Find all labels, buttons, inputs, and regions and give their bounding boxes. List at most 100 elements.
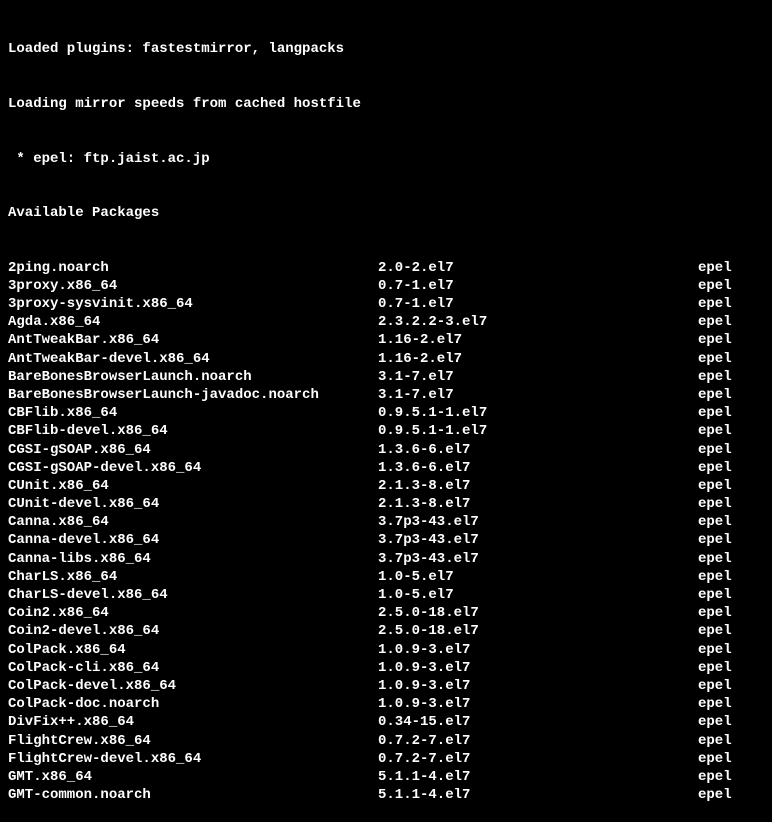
package-name: CGSI-gSOAP-devel.x86_64 [8, 459, 378, 477]
package-name: BareBonesBrowserLaunch.noarch [8, 368, 378, 386]
package-version: 0.9.5.1-1.el7 [378, 404, 698, 422]
package-repo: epel [698, 622, 732, 640]
package-row: BareBonesBrowserLaunch.noarch3.1-7.el7ep… [8, 368, 764, 386]
available-packages-line: Available Packages [8, 204, 764, 222]
package-row: CBFlib-devel.x86_640.9.5.1-1.el7epel [8, 422, 764, 440]
package-repo: epel [698, 277, 732, 295]
package-repo: epel [698, 786, 732, 804]
package-version: 3.7p3-43.el7 [378, 550, 698, 568]
package-name: CUnit-devel.x86_64 [8, 495, 378, 513]
package-version: 1.3.6-6.el7 [378, 459, 698, 477]
package-row: DivFix++.x86_640.34-15.el7epel [8, 713, 764, 731]
package-row: Canna-libs.x86_643.7p3-43.el7epel [8, 550, 764, 568]
package-repo: epel [698, 441, 732, 459]
package-repo: epel [698, 604, 732, 622]
package-name: Canna-devel.x86_64 [8, 531, 378, 549]
package-name: CharLS-devel.x86_64 [8, 586, 378, 604]
package-version: 3.1-7.el7 [378, 368, 698, 386]
package-row: CUnit.x86_642.1.3-8.el7epel [8, 477, 764, 495]
package-row: 3proxy.x86_640.7-1.el7epel [8, 277, 764, 295]
terminal-output: Loaded plugins: fastestmirror, langpacks… [8, 4, 764, 822]
package-name: Canna-libs.x86_64 [8, 550, 378, 568]
package-row: FlightCrew.x86_640.7.2-7.el7epel [8, 732, 764, 750]
package-row: ColPack-devel.x86_641.0.9-3.el7epel [8, 677, 764, 695]
package-name: CBFlib-devel.x86_64 [8, 422, 378, 440]
package-row: 3proxy-sysvinit.x86_640.7-1.el7epel [8, 295, 764, 313]
package-repo: epel [698, 568, 732, 586]
package-version: 1.0.9-3.el7 [378, 659, 698, 677]
package-row: ColPack.x86_641.0.9-3.el7epel [8, 641, 764, 659]
package-version: 0.7-1.el7 [378, 295, 698, 313]
package-version: 3.7p3-43.el7 [378, 531, 698, 549]
package-version: 0.9.5.1-1.el7 [378, 422, 698, 440]
package-repo: epel [698, 659, 732, 677]
package-row: 2ping.noarch2.0-2.el7epel [8, 259, 764, 277]
package-row: CBFlib.x86_640.9.5.1-1.el7epel [8, 404, 764, 422]
package-name: Agda.x86_64 [8, 313, 378, 331]
package-repo: epel [698, 695, 732, 713]
plugins-line: Loaded plugins: fastestmirror, langpacks [8, 40, 764, 58]
package-row: CharLS.x86_641.0-5.el7epel [8, 568, 764, 586]
package-name: 2ping.noarch [8, 259, 378, 277]
package-row: ColPack-doc.noarch1.0.9-3.el7epel [8, 695, 764, 713]
package-row: GMT-common.noarch5.1.1-4.el7epel [8, 786, 764, 804]
package-repo: epel [698, 732, 732, 750]
package-name: BareBonesBrowserLaunch-javadoc.noarch [8, 386, 378, 404]
package-name: AntTweakBar.x86_64 [8, 331, 378, 349]
package-repo: epel [698, 531, 732, 549]
package-name: CBFlib.x86_64 [8, 404, 378, 422]
package-name: FlightCrew.x86_64 [8, 732, 378, 750]
package-repo: epel [698, 313, 732, 331]
package-name: GMT-common.noarch [8, 786, 378, 804]
package-row: BareBonesBrowserLaunch-javadoc.noarch3.1… [8, 386, 764, 404]
package-row: AntTweakBar.x86_641.16-2.el7epel [8, 331, 764, 349]
package-repo: epel [698, 641, 732, 659]
package-version: 1.16-2.el7 [378, 331, 698, 349]
package-version: 5.1.1-4.el7 [378, 786, 698, 804]
package-version: 2.5.0-18.el7 [378, 604, 698, 622]
package-name: FlightCrew-devel.x86_64 [8, 750, 378, 768]
package-name: Canna.x86_64 [8, 513, 378, 531]
package-repo: epel [698, 422, 732, 440]
loading-line: Loading mirror speeds from cached hostfi… [8, 95, 764, 113]
package-version: 2.0-2.el7 [378, 259, 698, 277]
package-row: Coin2-devel.x86_642.5.0-18.el7epel [8, 622, 764, 640]
package-repo: epel [698, 713, 732, 731]
package-name: AntTweakBar-devel.x86_64 [8, 350, 378, 368]
package-name: ColPack.x86_64 [8, 641, 378, 659]
package-name: Coin2-devel.x86_64 [8, 622, 378, 640]
package-row: CGSI-gSOAP.x86_641.3.6-6.el7epel [8, 441, 764, 459]
package-repo: epel [698, 368, 732, 386]
package-version: 0.7-1.el7 [378, 277, 698, 295]
package-row: Agda.x86_642.3.2.2-3.el7epel [8, 313, 764, 331]
package-version: 3.1-7.el7 [378, 386, 698, 404]
package-version: 1.0-5.el7 [378, 568, 698, 586]
package-name: ColPack-devel.x86_64 [8, 677, 378, 695]
package-repo: epel [698, 513, 732, 531]
package-list: 2ping.noarch2.0-2.el7epel3proxy.x86_640.… [8, 259, 764, 805]
package-name: DivFix++.x86_64 [8, 713, 378, 731]
package-row: Canna.x86_643.7p3-43.el7epel [8, 513, 764, 531]
package-version: 1.0.9-3.el7 [378, 677, 698, 695]
package-name: CGSI-gSOAP.x86_64 [8, 441, 378, 459]
package-version: 2.5.0-18.el7 [378, 622, 698, 640]
package-repo: epel [698, 350, 732, 368]
package-version: 1.0.9-3.el7 [378, 641, 698, 659]
package-repo: epel [698, 586, 732, 604]
package-name: 3proxy-sysvinit.x86_64 [8, 295, 378, 313]
package-name: ColPack-doc.noarch [8, 695, 378, 713]
package-name: 3proxy.x86_64 [8, 277, 378, 295]
package-repo: epel [698, 386, 732, 404]
package-version: 2.3.2.2-3.el7 [378, 313, 698, 331]
package-version: 1.16-2.el7 [378, 350, 698, 368]
package-version: 5.1.1-4.el7 [378, 768, 698, 786]
package-name: CUnit.x86_64 [8, 477, 378, 495]
package-name: ColPack-cli.x86_64 [8, 659, 378, 677]
package-row: AntTweakBar-devel.x86_641.16-2.el7epel [8, 350, 764, 368]
package-repo: epel [698, 477, 732, 495]
package-row: GMT.x86_645.1.1-4.el7epel [8, 768, 764, 786]
package-repo: epel [698, 495, 732, 513]
package-repo: epel [698, 259, 732, 277]
package-row: ColPack-cli.x86_641.0.9-3.el7epel [8, 659, 764, 677]
package-row: FlightCrew-devel.x86_640.7.2-7.el7epel [8, 750, 764, 768]
